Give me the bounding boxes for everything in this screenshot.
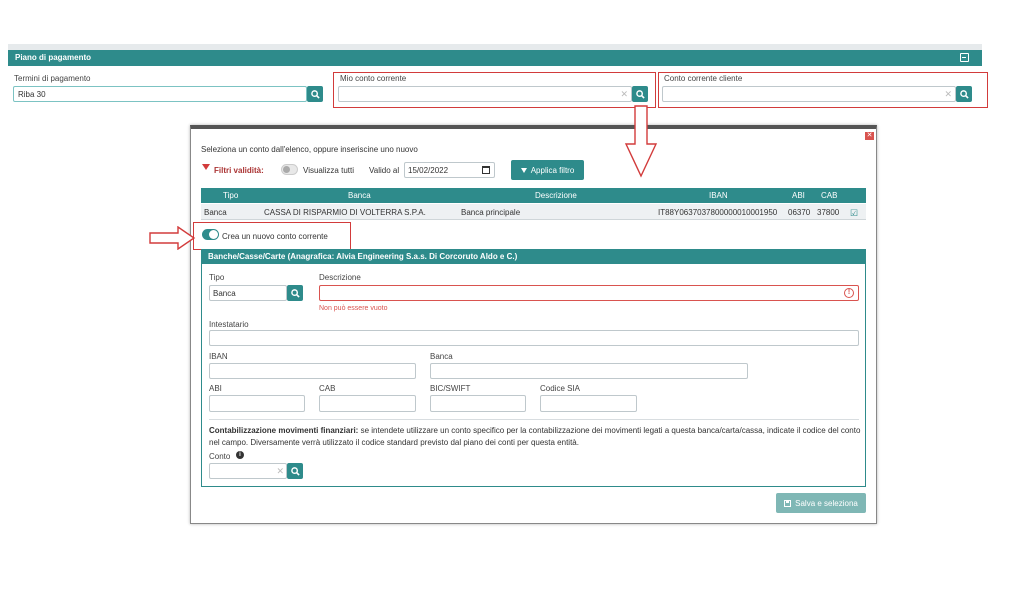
cell-tipo: Banca <box>204 208 227 217</box>
col-abi: ABI <box>792 191 805 200</box>
visualizza-toggle[interactable] <box>281 164 298 175</box>
col-banca: Banca <box>348 191 371 200</box>
descrizione-input[interactable]: ! <box>319 285 859 301</box>
filter-label: Filtri validità: <box>214 166 264 175</box>
panel-title: Piano di pagamento <box>15 53 92 62</box>
termini-label: Termini di pagamento <box>14 74 91 83</box>
col-tipo: Tipo <box>223 191 239 200</box>
clear-icon[interactable]: ✕ <box>944 89 952 100</box>
banca-label: Banca <box>430 352 453 361</box>
bic-input[interactable] <box>430 395 526 412</box>
abi-label: ABI <box>209 384 222 393</box>
valido-al-label: Valido al <box>369 166 400 175</box>
valido-al-date-input[interactable]: 15/02/2022 <box>404 162 495 178</box>
conto-label: Conto <box>209 452 231 461</box>
conto-input[interactable]: ✕ <box>209 463 287 479</box>
mio-conto-search-button[interactable] <box>632 86 648 102</box>
create-new-label: Crea un nuovo conto corrente <box>222 232 328 241</box>
clear-icon[interactable]: ✕ <box>620 89 628 100</box>
filter-icon <box>202 164 210 170</box>
tipo-input[interactable]: Banca <box>209 285 287 301</box>
termini-value: Riba 30 <box>18 90 46 99</box>
cell-descrizione: Banca principale <box>461 208 521 217</box>
iban-input[interactable] <box>209 363 416 379</box>
bank-form-header: Banche/Casse/Carte (Anagrafica: Alvia En… <box>201 249 866 264</box>
conto-cliente-search-button[interactable] <box>956 86 972 102</box>
save-select-button[interactable]: Salva e seleziona <box>776 493 866 513</box>
mio-conto-input[interactable]: ✕ <box>338 86 632 102</box>
filter-icon <box>520 167 527 173</box>
error-icon: ! <box>844 288 854 298</box>
intestatario-input[interactable] <box>209 330 859 346</box>
mio-conto-label: Mio conto corrente <box>340 74 407 83</box>
cell-iban: IT88Y0637037800000010001950 <box>658 208 778 217</box>
modal-instruction: Seleziona un conto dall'elenco, oppure i… <box>201 145 418 154</box>
intestatario-label: Intestatario <box>209 320 249 329</box>
descrizione-error: Non può essere vuoto <box>319 305 388 312</box>
cab-input[interactable] <box>319 395 416 412</box>
divider <box>209 419 859 420</box>
table-header: Tipo Banca Descrizione IBAN ABI CAB <box>201 188 866 203</box>
collapse-icon[interactable] <box>960 53 969 62</box>
contab-title: Contabilizzazione movimenti finanziari: <box>209 426 359 435</box>
save-icon <box>784 499 792 507</box>
cell-banca: CASSA DI RISPARMIO DI VOLTERRA S.P.A. <box>264 208 426 217</box>
cab-label: CAB <box>319 384 336 393</box>
calendar-icon[interactable] <box>482 166 490 174</box>
descrizione-label: Descrizione <box>319 273 361 282</box>
tipo-label: Tipo <box>209 273 225 282</box>
bank-form-title: Banche/Casse/Carte (Anagrafica: Alvia En… <box>208 252 518 261</box>
tipo-value: Banca <box>213 289 236 298</box>
annotation-arrow-right <box>149 226 196 250</box>
cell-cab: 37800 <box>817 208 840 217</box>
close-icon[interactable]: ✕ <box>865 132 874 140</box>
conto-cliente-label: Conto corrente cliente <box>664 74 743 83</box>
col-iban: IBAN <box>709 191 728 200</box>
apply-filter-label: Applica filtro <box>530 165 575 175</box>
sia-input[interactable] <box>540 395 637 412</box>
contab-info: Contabilizzazione movimenti finanziari: … <box>209 425 861 449</box>
iban-label: IBAN <box>209 352 228 361</box>
conto-search-button[interactable] <box>287 463 303 479</box>
clear-icon[interactable]: ✕ <box>276 466 284 477</box>
apply-filter-button[interactable]: Applica filtro <box>511 160 584 180</box>
col-descrizione: Descrizione <box>535 191 577 200</box>
save-select-label: Salva e seleziona <box>795 498 858 508</box>
search-icon <box>290 466 300 476</box>
tipo-search-button[interactable] <box>287 285 303 301</box>
visualizza-label: Visualizza tutti <box>303 166 354 175</box>
abi-input[interactable] <box>209 395 305 412</box>
annotation-arrow-down <box>624 105 658 178</box>
termini-search-button[interactable] <box>307 86 323 102</box>
conto-cliente-input[interactable]: ✕ <box>662 86 956 102</box>
sia-label: Codice SIA <box>540 384 581 393</box>
valido-al-value: 15/02/2022 <box>408 166 449 175</box>
panel-header: Piano di pagamento <box>8 50 982 66</box>
search-icon <box>310 89 320 99</box>
search-icon <box>959 89 969 99</box>
table-row[interactable]: Banca CASSA DI RISPARMIO DI VOLTERRA S.P… <box>201 204 866 220</box>
info-icon: i <box>236 451 244 459</box>
bic-label: BIC/SWIFT <box>430 384 471 393</box>
search-icon <box>290 288 300 298</box>
banca-input[interactable] <box>430 363 748 379</box>
cell-abi: 06370 <box>788 208 811 217</box>
search-icon <box>635 89 645 99</box>
create-new-toggle[interactable] <box>202 229 219 240</box>
col-cab: CAB <box>821 191 838 200</box>
edit-select-icon[interactable]: ☑ <box>850 208 858 219</box>
termini-input[interactable]: Riba 30 <box>13 86 307 102</box>
